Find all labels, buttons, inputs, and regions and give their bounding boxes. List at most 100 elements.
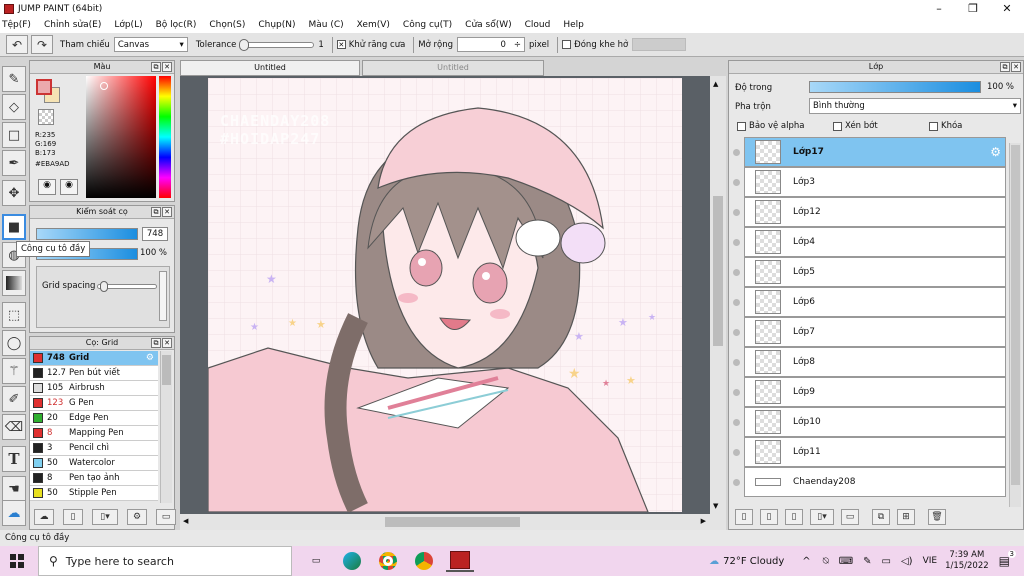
operation-tool[interactable]: ☚ — [2, 476, 26, 502]
brush-item[interactable]: 50 Watercolor — [30, 456, 158, 471]
saturation-value-picker[interactable] — [86, 76, 156, 198]
menu-window[interactable]: Cửa sổ(W) — [465, 20, 511, 30]
tolerance-slider[interactable] — [239, 38, 315, 51]
move-tool[interactable]: ✥ — [2, 180, 26, 206]
layer-row[interactable]: Lớp4 — [744, 227, 1006, 257]
redo-button[interactable]: ↷ — [31, 35, 53, 54]
undock-icon[interactable]: ⧉ — [151, 207, 161, 217]
gear-icon[interactable]: ⚙ — [146, 353, 154, 363]
lasso-tool[interactable]: ◯ — [2, 330, 26, 356]
brush-item[interactable]: 8 Pen tạo ảnh — [30, 471, 158, 486]
tray-chevron-icon[interactable]: ^ — [802, 556, 810, 567]
layer-row[interactable]: Lớp12 — [744, 197, 1006, 227]
brush-item[interactable]: 8 Mapping Pen — [30, 426, 158, 441]
brush-settings-button[interactable]: ⚙ — [127, 509, 147, 525]
layer-row[interactable]: Lớp11 — [744, 437, 1006, 467]
color-set-button[interactable]: ◉ — [60, 179, 78, 195]
protect-alpha-checkbox[interactable] — [737, 121, 746, 131]
brush-tool[interactable]: ✎ — [2, 66, 26, 92]
clipping-checkbox[interactable] — [833, 121, 842, 131]
layer-row[interactable]: Lớp8 — [744, 347, 1006, 377]
undock-icon[interactable]: ⧉ — [151, 338, 161, 348]
jump-paint-taskbar-icon[interactable] — [446, 550, 474, 572]
menu-capture[interactable]: Chụp(N) — [258, 20, 295, 30]
layer-visibility-toggle[interactable] — [733, 389, 740, 396]
cloud-tool[interactable]: ☁ — [2, 500, 26, 526]
scroll-thumb[interactable] — [1011, 145, 1020, 485]
layer-row[interactable]: Lớp6 — [744, 287, 1006, 317]
scroll-thumb[interactable] — [385, 517, 520, 527]
scroll-thumb[interactable] — [713, 196, 723, 346]
scroll-up-icon[interactable]: ▲ — [713, 80, 718, 88]
eraser-tool[interactable]: ◇ — [2, 94, 26, 120]
menu-cloud[interactable]: Cloud — [525, 20, 551, 30]
brush-item[interactable]: 105 Airbrush — [30, 381, 158, 396]
menu-help[interactable]: Help — [563, 20, 584, 30]
layer-menu-button[interactable]: ▯▾ — [810, 509, 834, 525]
select-eraser-tool[interactable]: ⌫ — [2, 414, 26, 440]
close-button[interactable]: ✕ — [990, 0, 1024, 17]
menu-file[interactable]: Tệp(F) — [2, 20, 31, 30]
gear-icon[interactable]: ⚙ — [990, 145, 1001, 159]
brush-list-scrollbar[interactable] — [160, 351, 172, 503]
layer-visibility-toggle[interactable] — [733, 359, 740, 366]
chrome-profile-icon[interactable] — [410, 550, 438, 572]
network-icon[interactable]: ▭ — [882, 556, 891, 567]
layer-row[interactable]: Lớp7 — [744, 317, 1006, 347]
layer-row[interactable]: Lớp17 ⚙ — [744, 137, 1006, 167]
clock[interactable]: 7:39 AM 1/15/2022 — [945, 550, 989, 572]
layer-visibility-toggle[interactable] — [733, 209, 740, 216]
slider-knob[interactable] — [239, 38, 250, 51]
blend-mode-select[interactable]: Bình thường ▾ — [809, 98, 1021, 114]
notification-icon[interactable]: ▤ 3 — [999, 550, 1016, 568]
scroll-left-icon[interactable]: ◀ — [183, 517, 188, 525]
weather-text[interactable]: 72°F Cloudy — [723, 556, 784, 567]
layer-visibility-toggle[interactable] — [733, 299, 740, 306]
layer-row[interactable]: Lớp10 — [744, 407, 1006, 437]
menu-select[interactable]: Chọn(S) — [209, 20, 245, 30]
scroll-down-icon[interactable]: ▼ — [713, 502, 718, 510]
brush-cloud-button[interactable]: ☁ — [34, 509, 54, 525]
reference-select[interactable]: Canvas ▾ — [113, 37, 188, 52]
chrome-icon[interactable] — [374, 550, 402, 572]
layer-visibility-toggle[interactable] — [733, 179, 740, 186]
brush-size-value[interactable]: 748 — [142, 227, 168, 241]
layer-row[interactable]: Lớp3 — [744, 167, 1006, 197]
marquee-tool[interactable]: ⬚ — [2, 302, 26, 328]
palette-button[interactable]: ◉ — [38, 179, 56, 195]
gradient-tool[interactable] — [2, 270, 26, 296]
grid-spacing-slider[interactable] — [97, 281, 157, 292]
new-layer-button[interactable]: ▯ — [735, 509, 753, 525]
new-halftone-layer-button[interactable]: ▯ — [785, 509, 803, 525]
primary-color-swatch[interactable] — [36, 79, 52, 95]
tab-untitled-2[interactable]: Untitled — [362, 60, 544, 76]
close-icon[interactable]: ✕ — [162, 207, 172, 217]
minimize-button[interactable]: – — [922, 0, 956, 17]
layer-row[interactable]: Lớp5 — [744, 257, 1006, 287]
duplicate-layer-button[interactable]: ⧉ — [872, 509, 890, 525]
new-vector-layer-button[interactable]: ▯ — [760, 509, 778, 525]
touchpad-icon[interactable]: ⍉ — [823, 556, 829, 567]
pen-tool[interactable]: ✒ — [2, 150, 26, 176]
new-folder-button[interactable]: ▭ — [841, 509, 859, 525]
merge-layer-button[interactable]: ⊞ — [897, 509, 915, 525]
layer-visibility-toggle[interactable] — [733, 149, 740, 156]
layer-visibility-toggle[interactable] — [733, 419, 740, 426]
picker-cursor[interactable] — [100, 82, 108, 90]
new-brush-button[interactable]: ▯ — [63, 509, 83, 525]
brush-size-slider[interactable] — [36, 228, 138, 240]
brush-item[interactable]: 3 Pencil chì — [30, 441, 158, 456]
close-gap-slider[interactable] — [632, 38, 687, 51]
menu-tools[interactable]: Công cụ(T) — [403, 20, 452, 30]
menu-color[interactable]: Màu (C) — [309, 20, 344, 30]
close-icon[interactable]: ✕ — [1011, 62, 1021, 72]
delete-layer-button[interactable]: 🗑 — [928, 509, 946, 525]
close-icon[interactable]: ✕ — [162, 62, 172, 72]
undo-button[interactable]: ↶ — [6, 35, 28, 54]
tab-untitled-1[interactable]: Untitled — [180, 60, 360, 76]
windows-start-icon[interactable] — [10, 554, 24, 568]
close-icon[interactable]: ✕ — [162, 338, 172, 348]
expand-input[interactable]: 0 ÷ — [457, 37, 526, 52]
fill-tool[interactable]: ■ — [2, 214, 26, 240]
layer-row[interactable]: Chaenday208 — [744, 467, 1006, 497]
